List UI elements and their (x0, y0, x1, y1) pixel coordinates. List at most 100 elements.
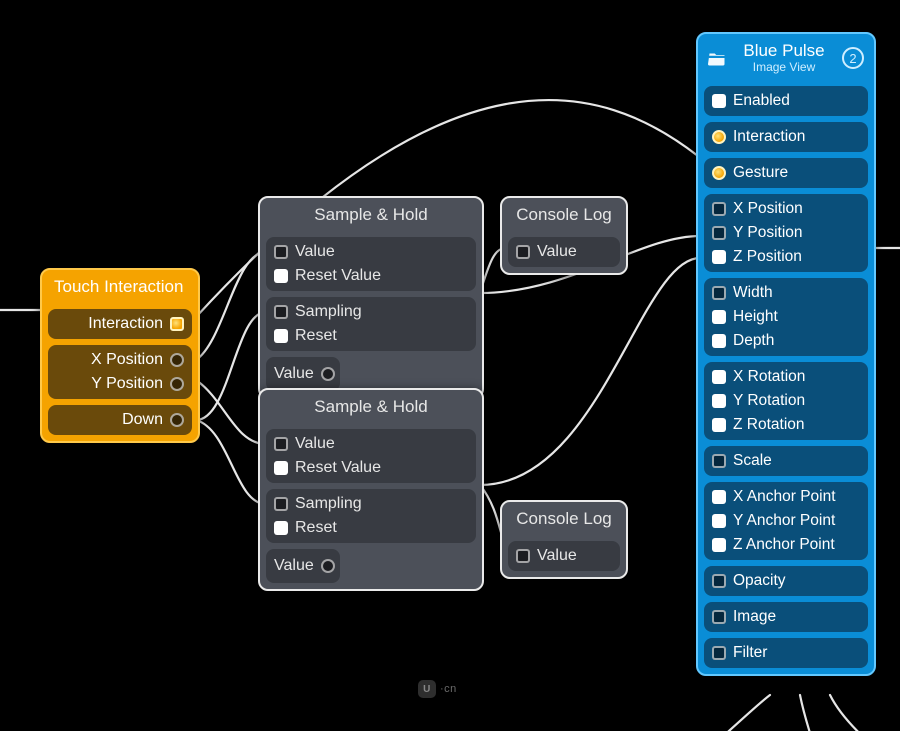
port-label: X Rotation (733, 367, 805, 387)
port-icon (274, 497, 288, 511)
console-log-node-1[interactable]: Console Log Value (500, 196, 628, 275)
port-value-in[interactable]: Value (274, 433, 468, 455)
watermark-logo-icon: U (418, 680, 436, 698)
port-icon (516, 549, 530, 563)
port-label: Value (274, 556, 314, 576)
port-icon (712, 610, 726, 624)
port-label: Z Rotation (733, 415, 805, 435)
port-opacity[interactable]: Opacity (712, 570, 860, 592)
port-label: Enabled (733, 91, 790, 111)
port-zanchor[interactable]: Z Anchor Point (712, 534, 860, 556)
port-icon (712, 490, 726, 504)
port-xanchor[interactable]: X Anchor Point (712, 486, 860, 508)
port-group: Interaction (48, 309, 192, 339)
port-group: Down (48, 405, 192, 435)
port-value-out[interactable]: Value (274, 555, 332, 577)
port-zposition[interactable]: Z Position (712, 246, 860, 268)
port-icon (712, 202, 726, 216)
port-icon (170, 413, 184, 427)
port-label: Reset Value (295, 458, 381, 478)
node-title: Console Log (502, 502, 626, 535)
watermark: U ·cn (418, 680, 457, 698)
port-label: Reset Value (295, 266, 381, 286)
port-depth[interactable]: Depth (712, 330, 860, 352)
port-icon (274, 521, 288, 535)
port-reset-value-in[interactable]: Reset Value (274, 265, 468, 287)
port-icon (712, 370, 726, 384)
port-height[interactable]: Height (712, 306, 860, 328)
port-group: Value (508, 237, 620, 267)
port-reset-value-in[interactable]: Reset Value (274, 457, 468, 479)
port-xposition[interactable]: X Position (712, 198, 860, 220)
port-xrotation[interactable]: X Rotation (712, 366, 860, 388)
port-value-out[interactable]: Value (274, 363, 332, 385)
port-label: Gesture (733, 163, 788, 183)
port-down-out[interactable]: Down (56, 409, 184, 431)
port-icon (712, 334, 726, 348)
port-sampling-in[interactable]: Sampling (274, 301, 468, 323)
port-yrotation[interactable]: Y Rotation (712, 390, 860, 412)
watermark-text: ·cn (440, 683, 457, 695)
port-yanchor[interactable]: Y Anchor Point (712, 510, 860, 532)
port-label: Y Rotation (733, 391, 805, 411)
port-group: Sampling Reset (266, 297, 476, 351)
console-log-node-2[interactable]: Console Log Value (500, 500, 628, 579)
port-label: X Position (91, 350, 163, 370)
node-title: Touch Interaction (42, 270, 198, 303)
port-icon (516, 245, 530, 259)
port-icon (712, 310, 726, 324)
port-icon (170, 377, 184, 391)
port-icon (274, 461, 288, 475)
port-gesture[interactable]: Gesture (712, 162, 860, 184)
sample-hold-node-1[interactable]: Sample & Hold Value Reset Value Sampling (258, 196, 484, 399)
port-label: Value (274, 364, 314, 384)
port-reset-in[interactable]: Reset (274, 517, 468, 539)
port-filter[interactable]: Filter (712, 642, 860, 664)
port-icon (712, 286, 726, 300)
port-interaction[interactable]: Interaction (712, 126, 860, 148)
port-icon (712, 574, 726, 588)
port-icon (274, 329, 288, 343)
port-zrotation[interactable]: Z Rotation (712, 414, 860, 436)
port-xposition-out[interactable]: X Position (56, 349, 184, 371)
node-title: Blue Pulse (734, 42, 834, 60)
port-label: Down (122, 410, 163, 430)
port-icon (274, 437, 288, 451)
port-label: Z Anchor Point (733, 535, 835, 555)
port-enabled[interactable]: Enabled (712, 90, 860, 112)
port-icon (274, 269, 288, 283)
port-scale[interactable]: Scale (712, 450, 860, 472)
port-yposition-out[interactable]: Y Position (56, 373, 184, 395)
port-label: Sampling (295, 302, 362, 322)
blue-pulse-node[interactable]: Blue Pulse Image View 2 Enabled Interact… (696, 32, 876, 676)
port-icon (274, 305, 288, 319)
port-interaction-out[interactable]: Interaction (56, 313, 184, 335)
port-value-in[interactable]: Value (516, 545, 612, 567)
port-icon (321, 367, 335, 381)
port-label: Z Position (733, 247, 802, 267)
port-icon (712, 130, 726, 144)
port-value-in[interactable]: Value (516, 241, 612, 263)
port-label: Reset (295, 326, 337, 346)
node-title: Sample & Hold (260, 198, 482, 231)
port-icon (712, 226, 726, 240)
folder-icon (708, 50, 726, 66)
port-label: Interaction (88, 314, 163, 334)
port-icon (170, 353, 184, 367)
sample-hold-node-2[interactable]: Sample & Hold Value Reset Value Sampling (258, 388, 484, 591)
port-image[interactable]: Image (712, 606, 860, 628)
node-title: Console Log (502, 198, 626, 231)
port-label: Image (733, 607, 776, 627)
port-icon (274, 245, 288, 259)
port-label: Depth (733, 331, 774, 351)
port-label: Opacity (733, 571, 786, 591)
port-yposition[interactable]: Y Position (712, 222, 860, 244)
port-reset-in[interactable]: Reset (274, 325, 468, 347)
touch-interaction-node[interactable]: Touch Interaction Interaction X Position… (40, 268, 200, 443)
port-width[interactable]: Width (712, 282, 860, 304)
port-value-in[interactable]: Value (274, 241, 468, 263)
port-label: Value (295, 434, 335, 454)
port-icon (712, 94, 726, 108)
port-sampling-in[interactable]: Sampling (274, 493, 468, 515)
port-label: Width (733, 283, 773, 303)
